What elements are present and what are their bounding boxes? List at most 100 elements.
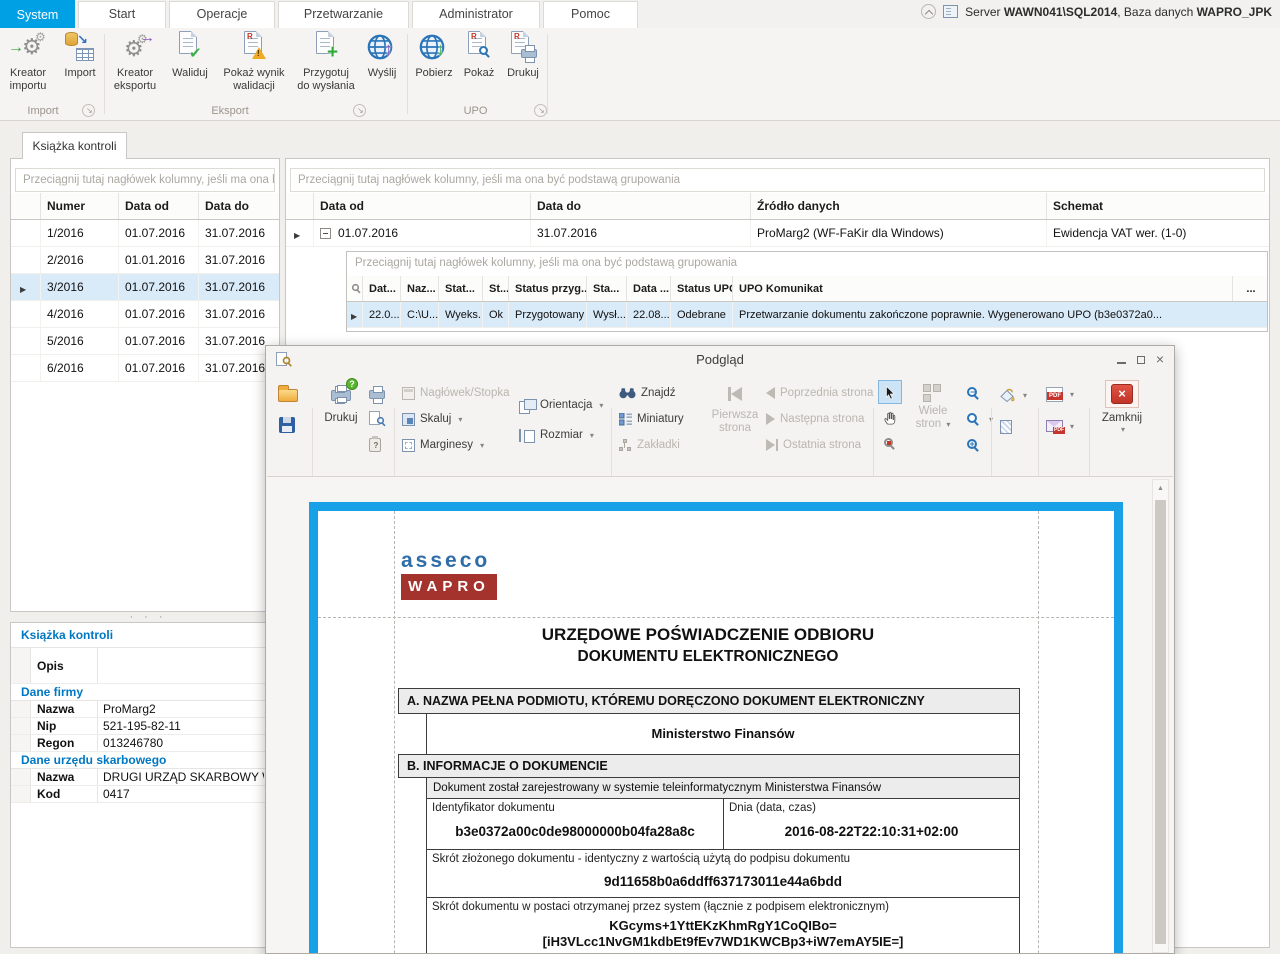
field-kod[interactable]: Kod0417 <box>11 786 266 803</box>
dropdown-arrow-icon: ▾ <box>1070 422 1074 431</box>
column-header[interactable]: Dat... <box>363 276 401 301</box>
tab-przetwarzanie[interactable]: Przetwarzanie <box>278 1 409 28</box>
column-header-data-do[interactable]: Data do <box>199 193 279 219</box>
column-header[interactable]: Status UPO <box>671 276 733 301</box>
column-header-numer[interactable]: Numer <box>41 193 119 219</box>
table-row-selected[interactable]: 3/2016 01.07.2016 31.07.2016 <box>11 274 279 301</box>
zoom-button[interactable]: ▾ <box>966 408 993 430</box>
column-header[interactable]: St... <box>483 276 509 301</box>
document-title: URZĘDOWE POŚWIADCZENIE ODBIORU DOKUMENTU… <box>318 623 1098 667</box>
column-header[interactable]: Data ... <box>627 276 671 301</box>
field-urzad-nazwa[interactable]: NazwaDRUGI URZĄD SKARBOWY W TOR <box>11 769 266 786</box>
hand-tool-button[interactable] <box>878 406 902 430</box>
dialog-titlebar[interactable]: Podgląd × <box>266 346 1174 374</box>
group-expand-icon[interactable] <box>353 104 366 117</box>
group-expand-icon[interactable] <box>82 104 95 117</box>
size-button[interactable]: Rozmiar▾ <box>519 424 594 446</box>
scrollbar-thumb[interactable] <box>1155 500 1166 944</box>
scale-button[interactable]: Skaluj▾ <box>402 408 462 430</box>
import-button[interactable]: Import <box>57 31 103 80</box>
master-row[interactable]: 01.07.2016 31.07.2016 ProMarg2 (WF-FaKir… <box>286 220 1269 247</box>
page-color-button[interactable]: ▾ <box>999 384 1027 406</box>
column-header-zrodlo[interactable]: Źródło danych <box>751 193 1047 219</box>
column-header[interactable]: Status przyg... <box>509 276 587 301</box>
first-page-icon <box>722 382 748 406</box>
zoom-area-tool-button[interactable] <box>878 432 902 456</box>
tab-start[interactable]: Start <box>78 1 166 28</box>
save-button[interactable] <box>279 414 295 436</box>
header-footer-button[interactable]: Nagłówek/Stopka <box>402 382 510 404</box>
opis-row[interactable]: Opis <box>11 648 266 684</box>
tab-ksiazka-kontroli[interactable]: Książka kontroli <box>22 132 127 159</box>
table-row[interactable]: 6/2016 01.07.2016 31.07.2016 <box>11 355 279 382</box>
column-header[interactable]: Stat... <box>439 276 483 301</box>
kreator-importu-button[interactable]: Kreator importu <box>1 31 55 93</box>
maximize-icon[interactable] <box>1133 352 1149 368</box>
close-preview-icon <box>1105 380 1139 408</box>
pokaz-button[interactable]: Pokaż <box>458 31 500 80</box>
search-icon[interactable] <box>352 284 359 291</box>
next-page-button[interactable]: Następna strona <box>766 408 864 430</box>
header-footer-icon <box>402 387 415 400</box>
table-row[interactable]: 1/2016 01.07.2016 31.07.2016 <box>11 220 279 247</box>
first-page-button[interactable]: Pierwsza strona <box>709 382 761 435</box>
export-pdf-button[interactable]: ▾ <box>1046 383 1074 405</box>
group-caption-eksport: Eksport <box>145 105 315 117</box>
tab-pomoc[interactable]: Pomoc <box>543 1 638 28</box>
dropdown-arrow-icon: ▾ <box>480 441 484 450</box>
drukuj-upo-button[interactable]: Drukuj <box>502 31 544 80</box>
collapse-box-icon[interactable] <box>320 228 331 239</box>
orientation-button[interactable]: Orientacja▾ <box>519 394 603 416</box>
field-nip[interactable]: Nip521-195-82-11 <box>11 718 266 735</box>
print-preview-button[interactable] <box>368 408 386 430</box>
waliduj-button[interactable]: Waliduj <box>167 31 213 80</box>
email-pdf-button[interactable]: ▾ <box>1046 415 1074 437</box>
quick-print-button[interactable] <box>368 382 386 404</box>
column-header-data-do[interactable]: Data do <box>531 193 751 219</box>
upo-row-selected[interactable]: 22.0... C:\U... Wyeks... Ok Przygotowany… <box>347 302 1267 328</box>
column-header[interactable]: Sta... <box>587 276 627 301</box>
column-header[interactable]: UPO Komunikat <box>733 276 1233 301</box>
prev-page-button[interactable]: Poprzednia strona <box>766 382 873 404</box>
minimize-icon[interactable] <box>1114 352 1130 368</box>
column-header[interactable]: Naz... <box>401 276 439 301</box>
zoom-in-button[interactable] <box>966 434 982 456</box>
open-button[interactable] <box>278 384 298 406</box>
field-regon[interactable]: Regon013246780 <box>11 735 266 752</box>
bookmarks-icon <box>619 439 632 452</box>
last-page-button[interactable]: Ostatnia strona <box>766 434 861 456</box>
close-icon[interactable]: × <box>1152 352 1168 368</box>
field-nazwa[interactable]: NazwaProMarg2 <box>11 701 266 718</box>
thumbnails-button[interactable]: Miniatury <box>619 408 684 430</box>
bookmarks-button[interactable]: Zakładki <box>619 434 680 456</box>
wyslij-button[interactable]: Wyślij <box>359 31 405 80</box>
margins-button[interactable]: Marginesy▾ <box>402 434 484 456</box>
pobierz-button[interactable]: Pobierz <box>412 31 456 80</box>
watermark-button[interactable] <box>1000 416 1012 438</box>
pointer-tool-button[interactable] <box>878 380 902 404</box>
zoom-out-button[interactable] <box>966 382 982 404</box>
scrollbar-up-icon[interactable] <box>1157 485 1164 492</box>
przygotuj-do-wyslania-button[interactable]: Przygotuj do wysłania <box>295 31 357 93</box>
pokaz-wynik-walidacji-button[interactable]: Pokaż wynik walidacji <box>215 31 293 93</box>
find-button[interactable]: Znajdź <box>619 382 676 404</box>
page-setup-help-button[interactable] <box>369 434 381 456</box>
section-dane-firmy: Dane firmy <box>11 684 266 701</box>
table-row[interactable]: 4/2016 01.07.2016 31.07.2016 <box>11 301 279 328</box>
column-header-schemat[interactable]: Schemat <box>1047 193 1269 219</box>
column-header-data-od[interactable]: Data od <box>119 193 199 219</box>
preview-scrollbar[interactable] <box>1152 479 1169 953</box>
column-header-data-od[interactable]: Data od <box>314 193 531 219</box>
collapse-ribbon-icon[interactable] <box>921 4 936 19</box>
print-button[interactable]: Drukuj <box>318 380 364 424</box>
kreator-eksportu-button[interactable]: Kreator eksportu <box>107 31 163 93</box>
column-header-more[interactable]: ... <box>1233 276 1269 301</box>
tab-system[interactable]: System <box>0 0 75 28</box>
table-row[interactable]: 2/2016 01.01.2016 31.07.2016 <box>11 247 279 274</box>
group-expand-icon[interactable] <box>534 104 547 117</box>
table-row[interactable]: 5/2016 01.07.2016 31.07.2016 <box>11 328 279 355</box>
tab-administrator[interactable]: Administrator <box>412 1 540 28</box>
close-preview-button[interactable]: Zamknij ▾ <box>1096 380 1148 434</box>
tab-operacje[interactable]: Operacje <box>169 1 275 28</box>
many-pages-button[interactable]: Wiele stron ▾ <box>910 384 956 431</box>
